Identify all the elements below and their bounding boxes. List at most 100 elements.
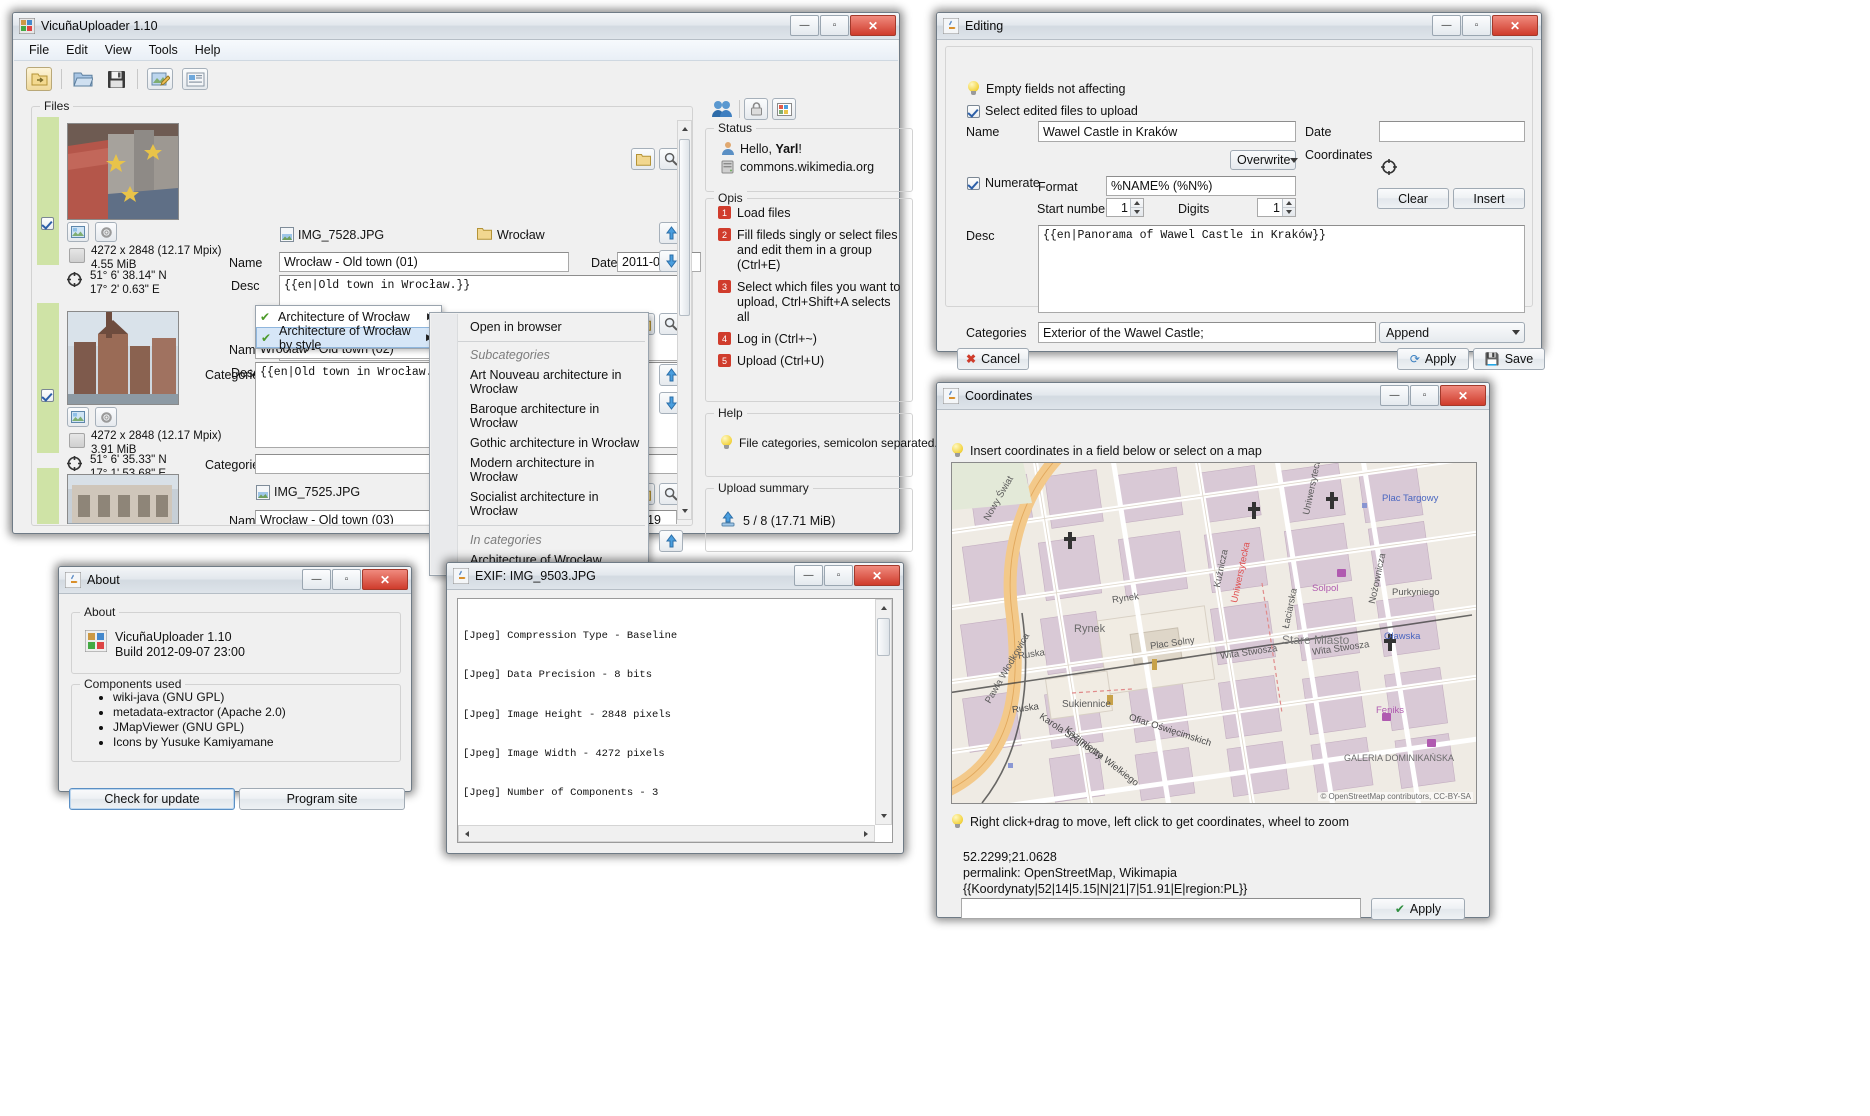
exif-hscroll-left-arrow[interactable] bbox=[459, 826, 475, 841]
save-icon[interactable] bbox=[104, 68, 128, 90]
menu-edit[interactable]: Edit bbox=[59, 41, 95, 59]
context-menu-subcategory-0[interactable]: Art Nouveau architecture in Wrocław bbox=[430, 365, 648, 399]
file-entry-1-checkbox[interactable] bbox=[41, 217, 54, 230]
exif-view-icon[interactable] bbox=[182, 68, 208, 90]
lock-login-icon[interactable] bbox=[744, 98, 768, 120]
maximize-button[interactable]: ▫ bbox=[1410, 385, 1439, 406]
context-menu-subcategory-3[interactable]: Modern architecture in Wrocław bbox=[430, 453, 648, 487]
opis-group-label: Opis bbox=[714, 191, 747, 205]
start-number-spinner[interactable]: 1 bbox=[1106, 198, 1144, 217]
check-for-update-label: Check for update bbox=[104, 792, 200, 806]
maximize-button[interactable]: ▫ bbox=[332, 569, 361, 590]
maximize-button[interactable]: ▫ bbox=[1462, 15, 1491, 36]
maximize-button[interactable]: ▫ bbox=[824, 565, 853, 586]
minimize-button[interactable]: — bbox=[302, 569, 331, 590]
coordinates-apply-button[interactable]: ✔ Apply bbox=[1371, 898, 1465, 920]
editing-name-input[interactable]: Wawel Castle in Kraków bbox=[1038, 121, 1296, 142]
add-files-icon[interactable] bbox=[26, 67, 52, 91]
gallery-icon[interactable] bbox=[772, 98, 796, 120]
file-entry-1-name-input[interactable]: Wrocław - Old town (01) bbox=[279, 252, 569, 272]
check-icon: ✔ bbox=[260, 309, 271, 324]
editing-cancel-button[interactable]: ✖ Cancel bbox=[957, 348, 1029, 370]
coordinates-target-icon[interactable] bbox=[1381, 159, 1397, 178]
context-menu-subcategory-1[interactable]: Baroque architecture in Wrocław bbox=[430, 399, 648, 433]
edit-selected-icon[interactable] bbox=[147, 68, 173, 90]
coordinates-titlebar[interactable]: Coordinates — ▫ ✕ bbox=[937, 383, 1489, 410]
start-number-spinner-arrows[interactable] bbox=[1130, 199, 1143, 216]
context-menu-subcategory-4[interactable]: Socialist architecture in Wrocław bbox=[430, 487, 648, 521]
exif-vscroll-down-arrow[interactable] bbox=[876, 808, 891, 824]
format-input[interactable]: %NAME% (%N%) bbox=[1106, 176, 1296, 196]
user-account-icon[interactable] bbox=[710, 98, 734, 120]
main-titlebar[interactable]: VicuñaUploader 1.10 — ▫ ✕ bbox=[13, 13, 899, 40]
coordinates-input[interactable] bbox=[961, 898, 1361, 919]
exif-hscroll-right-arrow[interactable] bbox=[858, 826, 874, 841]
editing-save-button[interactable]: 💾 Save bbox=[1473, 348, 1545, 370]
digits-spinner[interactable]: 1 bbox=[1257, 198, 1296, 217]
minimize-button[interactable]: — bbox=[794, 565, 823, 586]
file-entry-1-exif-button[interactable] bbox=[95, 222, 117, 242]
check-for-update-button[interactable]: Check for update bbox=[69, 788, 235, 810]
numerate-label: Numerate bbox=[985, 176, 1040, 190]
digits-spinner-arrows[interactable] bbox=[1282, 199, 1295, 216]
category-autocomplete-popup[interactable]: ✔ Architecture of Wrocław ▶ ✔ Architectu… bbox=[255, 305, 442, 352]
exif-vscrollbar[interactable] bbox=[875, 599, 892, 825]
context-menu-subcategory-2[interactable]: Gothic architecture in Wrocław bbox=[430, 433, 648, 453]
coordinates-insert-button[interactable]: Insert bbox=[1453, 188, 1525, 209]
file-entry-2-preview-button[interactable] bbox=[67, 407, 89, 427]
maximize-button[interactable]: ▫ bbox=[820, 15, 849, 36]
menu-file[interactable]: File bbox=[22, 41, 56, 59]
open-folder-icon[interactable] bbox=[71, 68, 95, 90]
select-edited-checkbox[interactable] bbox=[967, 105, 980, 118]
menu-tools[interactable]: Tools bbox=[142, 41, 185, 59]
editing-categories-mode-combo[interactable]: Append bbox=[1379, 322, 1525, 343]
menu-view[interactable]: View bbox=[98, 41, 139, 59]
minimize-button[interactable]: — bbox=[790, 15, 819, 36]
coordinates-clear-button[interactable]: Clear bbox=[1377, 188, 1449, 209]
file-entry-2-exif-button[interactable] bbox=[95, 407, 117, 427]
editing-titlebar[interactable]: Editing — ▫ ✕ bbox=[937, 13, 1541, 40]
exif-line: [Jpeg] Number of Components - 3 bbox=[463, 787, 659, 800]
file-entry-3-thumbnail[interactable] bbox=[67, 474, 179, 524]
file-entry-2-latitude: 51° 6' 35.33" N bbox=[90, 454, 167, 466]
close-button[interactable]: ✕ bbox=[854, 565, 900, 586]
editing-desc-input[interactable]: {{en|Panorama of Wawel Castle in Kraków}… bbox=[1038, 225, 1525, 313]
file-entry-3-move-up-button[interactable] bbox=[659, 530, 683, 552]
format-label: Format bbox=[1038, 180, 1078, 194]
close-button[interactable]: ✕ bbox=[1440, 385, 1486, 406]
files-scrollbar-down-arrow[interactable] bbox=[678, 503, 691, 519]
file-entry-2-thumbnail[interactable] bbox=[67, 311, 179, 405]
file-entry-1-thumbnail[interactable] bbox=[67, 123, 179, 220]
editing-mode-combo[interactable]: Overwrite bbox=[1230, 150, 1299, 170]
minimize-button[interactable]: — bbox=[1432, 15, 1461, 36]
close-button[interactable]: ✕ bbox=[362, 569, 408, 590]
editing-categories-input[interactable]: Exterior of the Wawel Castle; bbox=[1038, 322, 1376, 343]
editing-categories-value: Exterior of the Wawel Castle; bbox=[1043, 325, 1204, 340]
menu-help[interactable]: Help bbox=[188, 41, 228, 59]
exif-hscrollbar[interactable] bbox=[458, 825, 875, 842]
exif-text-panel[interactable]: [Jpeg] Compression Type - Baseline [Jpeg… bbox=[457, 598, 893, 843]
file-entry-1-browse-folder-button[interactable] bbox=[631, 148, 655, 170]
program-site-button[interactable]: Program site bbox=[239, 788, 405, 810]
file-entry-1-preview-button[interactable] bbox=[67, 222, 89, 242]
context-menu-open-in-browser[interactable]: Open in browser bbox=[430, 316, 648, 338]
files-scrollbar-up-arrow[interactable] bbox=[678, 121, 691, 137]
exif-vscroll-thumb[interactable] bbox=[877, 618, 890, 656]
editing-apply-button[interactable]: ⟳ Apply bbox=[1397, 348, 1469, 370]
exif-titlebar[interactable]: EXIF: IMG_9503.JPG — ▫ ✕ bbox=[447, 563, 903, 590]
exif-vscroll-up-arrow[interactable] bbox=[876, 600, 891, 616]
editing-date-input[interactable] bbox=[1379, 121, 1525, 142]
category-context-menu[interactable]: Open in browser Subcategories Art Nouvea… bbox=[429, 312, 649, 576]
file-entry-2-checkbox[interactable] bbox=[41, 389, 54, 402]
minimize-button[interactable]: — bbox=[1380, 385, 1409, 406]
about-titlebar[interactable]: About — ▫ ✕ bbox=[59, 567, 411, 594]
close-button[interactable]: ✕ bbox=[1492, 15, 1538, 36]
files-scrollbar[interactable] bbox=[677, 120, 692, 520]
osm-map[interactable]: Rynek Rynek Plac Solny Sukiennice Ofiar … bbox=[951, 462, 1477, 804]
file-entry-1: 4272 x 2848 (12.17 Mpix) 4.55 MiB IMG_75… bbox=[37, 117, 701, 383]
files-scrollbar-thumb[interactable] bbox=[679, 139, 690, 316]
close-button[interactable]: ✕ bbox=[850, 15, 896, 36]
autocomplete-item-1[interactable]: ✔ Architecture of Wrocław by style ▶ bbox=[256, 324, 441, 352]
numerate-checkbox[interactable] bbox=[967, 177, 980, 190]
help-text: File categories, semicolon separated. bbox=[739, 436, 938, 450]
